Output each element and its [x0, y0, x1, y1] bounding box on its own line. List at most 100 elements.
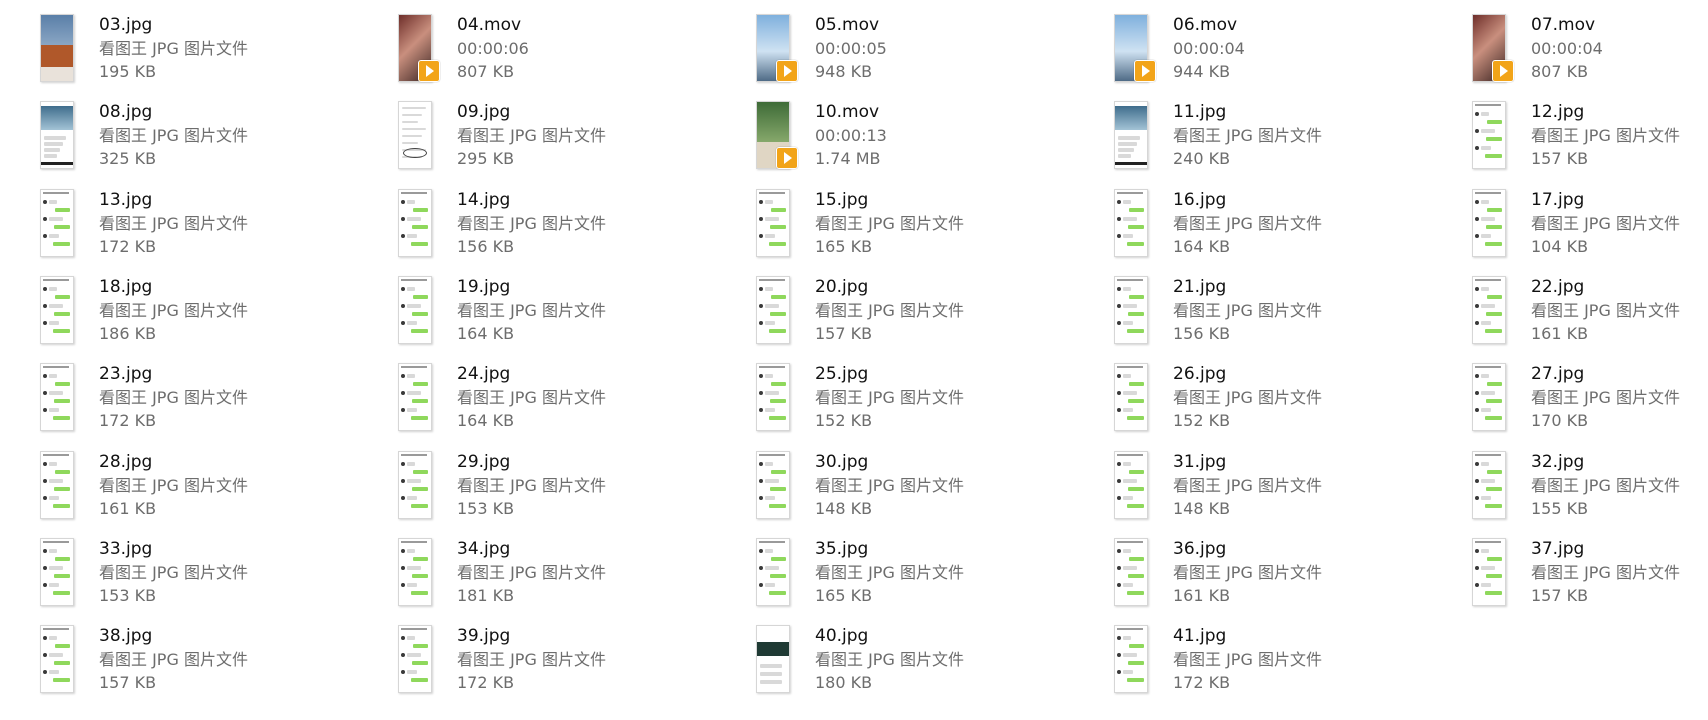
- file-item[interactable]: 08.jpg 看图王 JPG 图片文件 325 KB: [40, 101, 380, 181]
- file-item[interactable]: 38.jpg 看图王 JPG 图片文件 157 KB: [40, 625, 380, 705]
- file-name: 25.jpg: [815, 364, 869, 384]
- file-item[interactable]: 39.jpg 看图王 JPG 图片文件 172 KB: [398, 625, 738, 705]
- file-name: 22.jpg: [1531, 277, 1585, 297]
- image-thumbnail: [40, 451, 74, 519]
- file-type: 看图王 JPG 图片文件: [815, 563, 964, 582]
- file-item[interactable]: 27.jpg 看图王 JPG 图片文件 170 KB: [1472, 363, 1708, 443]
- file-size: 157 KB: [1531, 586, 1589, 605]
- file-item[interactable]: 34.jpg 看图王 JPG 图片文件 181 KB: [398, 538, 738, 618]
- file-item[interactable]: 30.jpg 看图王 JPG 图片文件 148 KB: [756, 451, 1096, 531]
- file-info: 21.jpg 看图王 JPG 图片文件 156 KB: [1173, 276, 1453, 345]
- image-thumbnail: [398, 363, 432, 431]
- image-thumbnail: [756, 363, 790, 431]
- file-grid: 03.jpg 看图王 JPG 图片文件 195 KB 04.mov 00:00:06 80…: [0, 0, 1708, 720]
- file-size: 161 KB: [1531, 324, 1589, 343]
- file-item[interactable]: 16.jpg 看图王 JPG 图片文件 164 KB: [1114, 189, 1454, 269]
- file-item[interactable]: 03.jpg 看图王 JPG 图片文件 195 KB: [40, 14, 380, 94]
- file-item[interactable]: 11.jpg 看图王 JPG 图片文件 240 KB: [1114, 101, 1454, 181]
- file-type: 看图王 JPG 图片文件: [815, 388, 964, 407]
- file-item[interactable]: 32.jpg 看图王 JPG 图片文件 155 KB: [1472, 451, 1708, 531]
- file-size: 164 KB: [1173, 237, 1231, 256]
- file-size: 155 KB: [1531, 499, 1589, 518]
- file-type: 看图王 JPG 图片文件: [457, 476, 606, 495]
- play-icon: [1134, 60, 1156, 82]
- file-info: 33.jpg 看图王 JPG 图片文件 153 KB: [99, 538, 379, 607]
- file-size: 1.74 MB: [815, 149, 881, 168]
- file-item[interactable]: 24.jpg 看图王 JPG 图片文件 164 KB: [398, 363, 738, 443]
- file-size: 104 KB: [1531, 237, 1589, 256]
- file-type: 看图王 JPG 图片文件: [457, 650, 606, 669]
- file-item[interactable]: 20.jpg 看图王 JPG 图片文件 157 KB: [756, 276, 1096, 356]
- file-size: 240 KB: [1173, 149, 1231, 168]
- file-type: 看图王 JPG 图片文件: [457, 126, 606, 145]
- file-name: 15.jpg: [815, 190, 869, 210]
- file-info: 13.jpg 看图王 JPG 图片文件 172 KB: [99, 189, 379, 258]
- file-name: 23.jpg: [99, 364, 153, 384]
- file-item[interactable]: 23.jpg 看图王 JPG 图片文件 172 KB: [40, 363, 380, 443]
- image-thumbnail: [398, 625, 432, 693]
- file-item[interactable]: 18.jpg 看图王 JPG 图片文件 186 KB: [40, 276, 380, 356]
- file-name: 09.jpg: [457, 102, 511, 122]
- file-type: 看图王 JPG 图片文件: [1531, 214, 1680, 233]
- file-item[interactable]: 36.jpg 看图王 JPG 图片文件 161 KB: [1114, 538, 1454, 618]
- file-item[interactable]: 06.mov 00:00:04 944 KB: [1114, 14, 1454, 94]
- file-size: 157 KB: [1531, 149, 1589, 168]
- file-size: 170 KB: [1531, 411, 1589, 430]
- image-thumbnail: [40, 276, 74, 344]
- file-item[interactable]: 19.jpg 看图王 JPG 图片文件 164 KB: [398, 276, 738, 356]
- file-info: 39.jpg 看图王 JPG 图片文件 172 KB: [457, 625, 737, 694]
- image-thumbnail: [40, 14, 74, 82]
- file-item[interactable]: 21.jpg 看图王 JPG 图片文件 156 KB: [1114, 276, 1454, 356]
- file-item[interactable]: 14.jpg 看图王 JPG 图片文件 156 KB: [398, 189, 738, 269]
- file-item[interactable]: 13.jpg 看图王 JPG 图片文件 172 KB: [40, 189, 380, 269]
- file-type: 看图王 JPG 图片文件: [815, 476, 964, 495]
- file-type: 看图王 JPG 图片文件: [457, 301, 606, 320]
- file-item[interactable]: 33.jpg 看图王 JPG 图片文件 153 KB: [40, 538, 380, 618]
- file-item[interactable]: 35.jpg 看图王 JPG 图片文件 165 KB: [756, 538, 1096, 618]
- file-info: 15.jpg 看图王 JPG 图片文件 165 KB: [815, 189, 1095, 258]
- play-icon: [1492, 60, 1514, 82]
- file-item[interactable]: 28.jpg 看图王 JPG 图片文件 161 KB: [40, 451, 380, 531]
- file-item[interactable]: 37.jpg 看图王 JPG 图片文件 157 KB: [1472, 538, 1708, 618]
- file-name: 13.jpg: [99, 190, 153, 210]
- file-item[interactable]: 22.jpg 看图王 JPG 图片文件 161 KB: [1472, 276, 1708, 356]
- file-info: 26.jpg 看图王 JPG 图片文件 152 KB: [1173, 363, 1453, 432]
- file-item[interactable]: 07.mov 00:00:04 807 KB: [1472, 14, 1708, 94]
- file-item[interactable]: 17.jpg 看图王 JPG 图片文件 104 KB: [1472, 189, 1708, 269]
- file-name: 27.jpg: [1531, 364, 1585, 384]
- file-name: 38.jpg: [99, 626, 153, 646]
- file-item[interactable]: 10.mov 00:00:13 1.74 MB: [756, 101, 1096, 181]
- file-item[interactable]: 04.mov 00:00:06 807 KB: [398, 14, 738, 94]
- file-type: 看图王 JPG 图片文件: [1531, 563, 1680, 582]
- file-size: 165 KB: [815, 586, 873, 605]
- image-thumbnail: [398, 189, 432, 257]
- file-item[interactable]: 12.jpg 看图王 JPG 图片文件 157 KB: [1472, 101, 1708, 181]
- file-type: 看图王 JPG 图片文件: [99, 301, 248, 320]
- file-item[interactable]: 26.jpg 看图王 JPG 图片文件 152 KB: [1114, 363, 1454, 443]
- file-item[interactable]: 41.jpg 看图王 JPG 图片文件 172 KB: [1114, 625, 1454, 705]
- file-size: 807 KB: [1531, 62, 1589, 81]
- file-name: 05.mov: [815, 15, 880, 35]
- file-type: 看图王 JPG 图片文件: [1173, 476, 1322, 495]
- file-item[interactable]: 05.mov 00:00:05 948 KB: [756, 14, 1096, 94]
- file-item[interactable]: 40.jpg 看图王 JPG 图片文件 180 KB: [756, 625, 1096, 705]
- file-size: 172 KB: [457, 673, 515, 692]
- file-name: 34.jpg: [457, 539, 511, 559]
- file-item[interactable]: 29.jpg 看图王 JPG 图片文件 153 KB: [398, 451, 738, 531]
- file-item[interactable]: 15.jpg 看图王 JPG 图片文件 165 KB: [756, 189, 1096, 269]
- file-size: 156 KB: [457, 237, 515, 256]
- file-item[interactable]: 31.jpg 看图王 JPG 图片文件 148 KB: [1114, 451, 1454, 531]
- file-item[interactable]: 25.jpg 看图王 JPG 图片文件 152 KB: [756, 363, 1096, 443]
- file-type: 看图王 JPG 图片文件: [1531, 126, 1680, 145]
- file-type: 看图王 JPG 图片文件: [1173, 650, 1322, 669]
- file-item[interactable]: 09.jpg 看图王 JPG 图片文件 295 KB: [398, 101, 738, 181]
- file-type: 看图王 JPG 图片文件: [1531, 301, 1680, 320]
- file-size: 172 KB: [1173, 673, 1231, 692]
- file-name: 10.mov: [815, 102, 880, 122]
- file-type: 看图王 JPG 图片文件: [1531, 476, 1680, 495]
- file-name: 32.jpg: [1531, 452, 1585, 472]
- file-size: 153 KB: [457, 499, 515, 518]
- file-name: 37.jpg: [1531, 539, 1585, 559]
- file-name: 03.jpg: [99, 15, 153, 35]
- file-name: 19.jpg: [457, 277, 511, 297]
